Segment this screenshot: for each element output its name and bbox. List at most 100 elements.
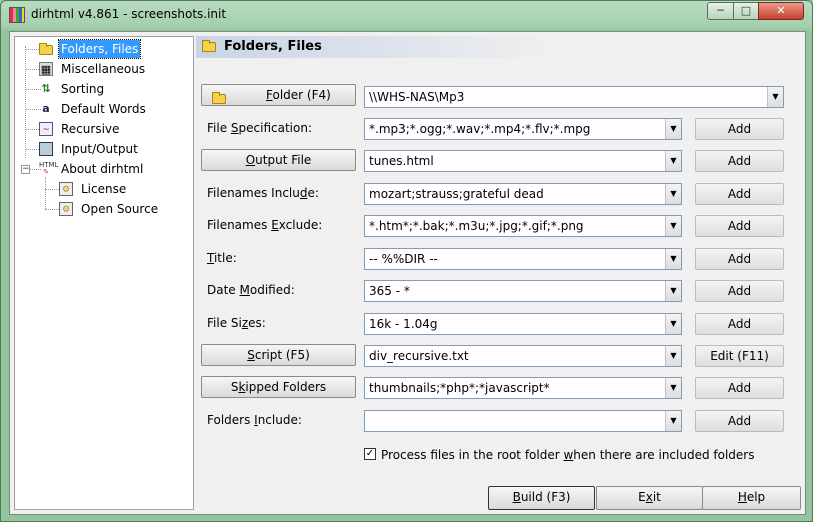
dropdown-arrow-icon[interactable]: ▼ [665,119,681,139]
add-file-specification-button[interactable]: Add [695,118,784,140]
add-title-button[interactable]: Add [695,248,784,270]
label-text: cript (F5) [254,348,310,362]
file-sizes-combo[interactable]: 16k - 1.04g ▼ [364,313,682,335]
add-skipped-folders-button[interactable]: Add [695,377,784,399]
combo-value: mozart;strauss;grateful dead [369,187,544,201]
dropdown-arrow-icon[interactable]: ▼ [665,314,681,334]
mnemonic: H [737,490,747,504]
file-specification-label: File Specification: [207,119,312,137]
label-text: elp [746,490,766,504]
combo-value: 365 - * [369,284,410,298]
file-sizes-label: File Sizes: [207,314,266,332]
client-area: − Folders, Files ▦ Miscellaneous ⇅ Sorti… [9,31,806,515]
label-text: nclude: [257,413,302,427]
label-text: e: [307,186,319,200]
edit-script-button[interactable]: Edit (F11) [695,345,784,367]
close-button[interactable]: ✕ [758,2,804,20]
build-button[interactable]: Build (F3) [488,486,595,510]
file-specification-combo[interactable]: *.mp3;*.ogg;*.wav;*.mp4;*.flv;*.mpg ▼ [364,118,682,140]
navigation-tree[interactable]: − Folders, Files ▦ Miscellaneous ⇅ Sorti… [14,36,194,510]
label-text: File Si [207,316,242,330]
skipped-folders-combo[interactable]: thumbnails;*php*;*javascript* ▼ [364,377,682,399]
label-text: es: [248,316,266,330]
output-file-button[interactable]: Output File [201,149,356,171]
license-icon: ⚙ [59,182,73,196]
exit-button[interactable]: Exit [596,486,703,510]
tree-line [45,209,59,210]
label-text: it [652,490,661,504]
dropdown-arrow-icon[interactable]: ▼ [665,281,681,301]
filenames-include-combo[interactable]: mozart;strauss;grateful dead ▼ [364,183,682,205]
date-modified-label: Date Modified: [207,281,295,299]
panel-title: Folders, Files [224,39,322,54]
tree-line [45,189,59,190]
date-modified-combo[interactable]: 365 - * ▼ [364,280,682,302]
folder-icon [202,40,216,55]
add-date-modified-button[interactable]: Add [695,280,784,302]
output-file-combo[interactable]: tunes.html ▼ [364,150,682,172]
dropdown-arrow-icon[interactable]: ▼ [665,378,681,398]
label-text: pecification: [238,121,313,135]
add-filenames-exclude-button[interactable]: Add [695,215,784,237]
combo-value: 16k - 1.04g [369,317,438,331]
dropdown-arrow-icon[interactable]: ▼ [767,87,783,107]
label-text: xclude: [278,218,323,232]
filenames-include-label: Filenames Include: [207,184,319,202]
mnemonic: S [247,348,255,362]
add-file-sizes-button[interactable]: Add [695,313,784,335]
label-text: hen there are included folders [573,448,755,462]
dropdown-arrow-icon[interactable]: ▼ [665,184,681,204]
label-text: E [638,490,646,504]
opensource-icon: ⚙ [59,202,73,216]
folders-include-combo[interactable]: ▼ [364,410,682,432]
title-combo[interactable]: -- %%DIR -- ▼ [364,248,682,270]
help-button[interactable]: Help [702,486,801,510]
filenames-exclude-combo[interactable]: *.htm*;*.bak;*.m3u;*.jpg;*.gif;*.png ▼ [364,215,682,237]
combo-value: -- %%DIR -- [369,252,438,266]
mnemonic: O [245,153,256,167]
label-text: ipped Folders [245,380,327,394]
dropdown-arrow-icon[interactable]: ▼ [665,346,681,366]
combo-value: tunes.html [369,154,434,168]
minimize-button[interactable]: ─ [707,2,734,20]
label-text: older (F4) [272,88,331,102]
script-combo[interactable]: div_recursive.txt ▼ [364,345,682,367]
filenames-exclude-label: Filenames Exclude: [207,216,322,234]
folder-icon [39,42,53,56]
mnemonic: w [563,448,574,462]
combo-value: thumbnails;*php*;*javascript* [369,381,550,395]
combo-value: div_recursive.txt [369,349,469,363]
html-icon: HTML ✎ [39,161,59,176]
combo-value: *.htm*;*.bak;*.m3u;*.jpg;*.gif;*.png [369,219,584,233]
process-root-checkbox[interactable]: ✓ [364,448,376,460]
add-filenames-include-button[interactable]: Add [695,183,784,205]
panel-header: Folders, Files [196,36,800,58]
dropdown-arrow-icon[interactable]: ▼ [665,151,681,171]
label-text: File [207,121,231,135]
app-icon [9,7,25,23]
dropdown-arrow-icon[interactable]: ▼ [665,411,681,431]
label-text: Date [207,283,240,297]
folders-include-label: Folders Include: [207,411,302,429]
script-button[interactable]: Script (F5) [201,344,356,366]
add-output-file-button[interactable]: Add [695,150,784,172]
folder-button[interactable]: Folder (F4) [201,84,356,106]
label-text: uild (F3) [520,490,571,504]
app-window: dirhtml v4.861 - screenshots.init ─ □ ✕ … [0,0,813,522]
recursive-icon: ~ [39,122,53,136]
skipped-folders-button[interactable]: Skipped Folders [201,376,356,398]
dropdown-arrow-icon[interactable]: ▼ [665,249,681,269]
misc-icon: ▦ [39,62,53,76]
label-text: itle: [213,251,237,265]
maximize-button[interactable]: □ [733,2,759,20]
add-folders-include-button[interactable]: Add [695,410,784,432]
mnemonic: S [230,121,239,135]
dropdown-arrow-icon[interactable]: ▼ [665,216,681,236]
title-bar[interactable]: dirhtml v4.861 - screenshots.init ─ □ ✕ [1,1,812,29]
label-text: Filenames [207,218,272,232]
folder-combo[interactable]: \\WHS-NAS\Mp3 ▼ [364,86,784,108]
tree-line [25,46,26,158]
process-root-label[interactable]: Process files in the root folder when th… [381,446,754,464]
io-icon [39,142,53,156]
collapse-icon[interactable]: − [21,165,30,174]
